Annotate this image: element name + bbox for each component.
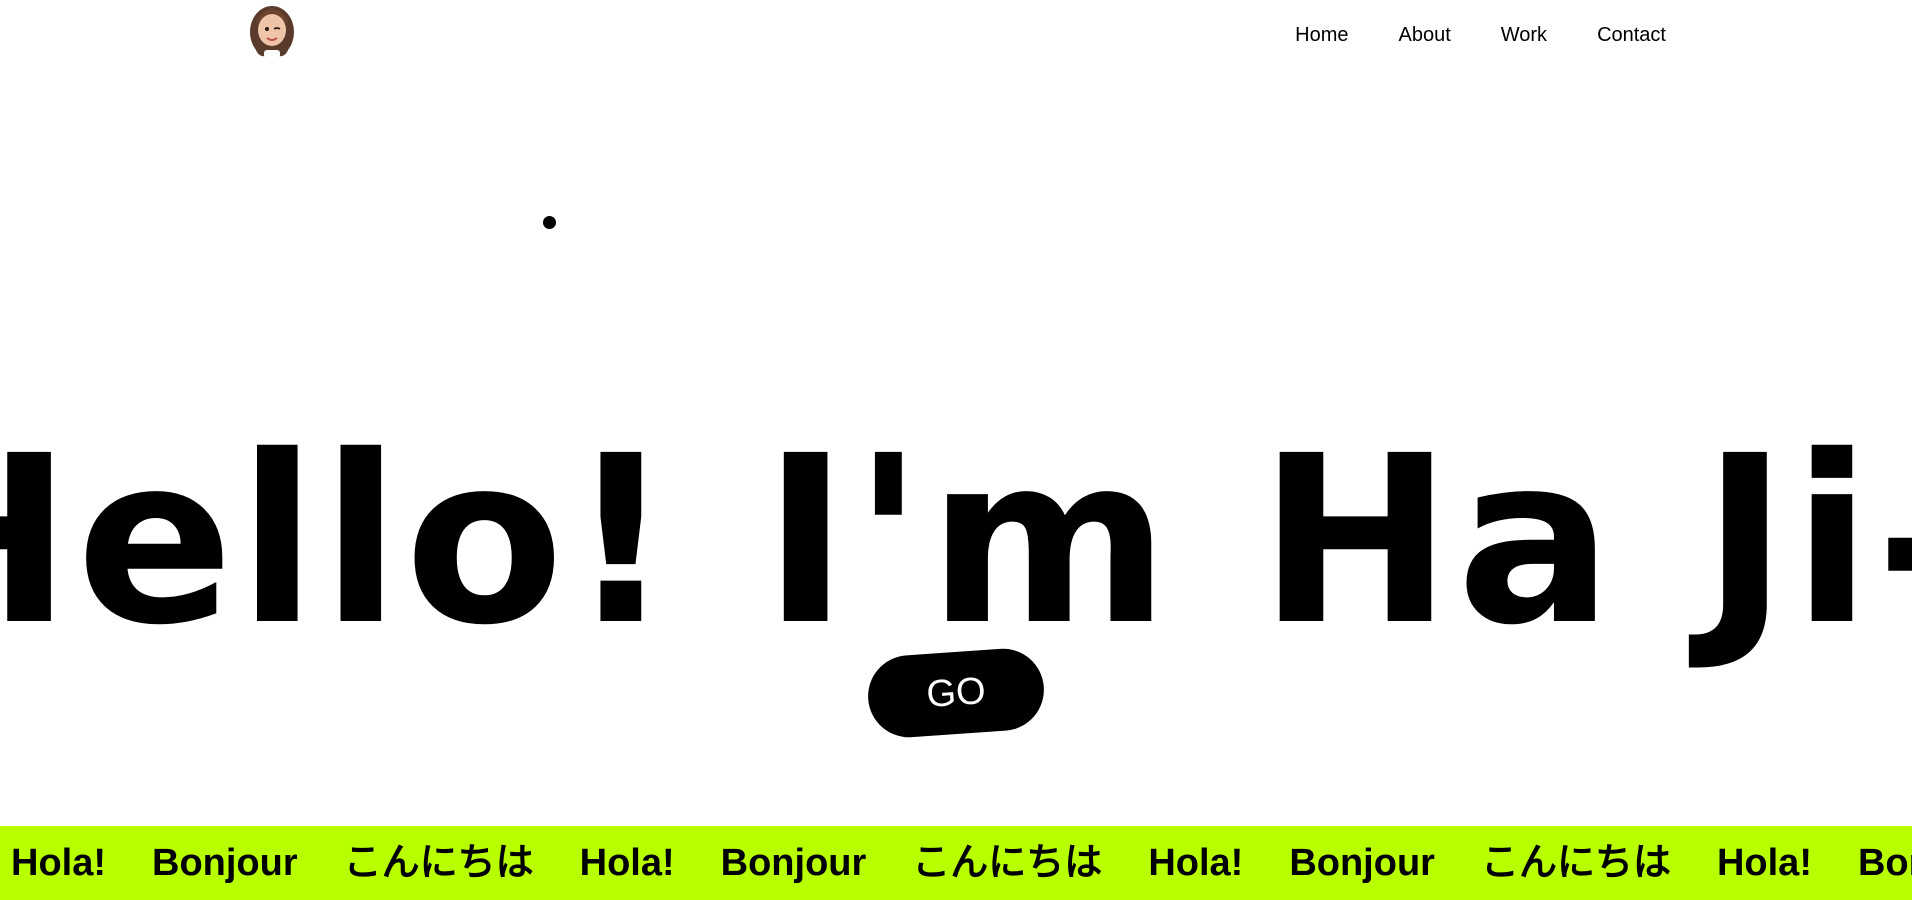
- go-button[interactable]: GO: [865, 645, 1047, 741]
- marquee-track: Hola! Bonjour こんにちは Hola! Bonjour こんにちは …: [11, 826, 1912, 900]
- nav-link-about[interactable]: About: [1398, 24, 1450, 47]
- nav-link-home[interactable]: Home: [1295, 24, 1348, 47]
- marquee-item: こんにちは: [1480, 842, 1671, 884]
- nav-link-work[interactable]: Work: [1501, 24, 1547, 47]
- cursor-dot: [543, 216, 556, 229]
- marquee-item: こんにちは: [912, 842, 1103, 884]
- greeting-marquee: Hola! Bonjour こんにちは Hola! Bonjour こんにちは …: [0, 826, 1912, 900]
- marquee-item: Hola!: [11, 842, 106, 884]
- memoji-avatar-svg: [250, 6, 294, 58]
- marquee-item: Bonjour: [1857, 842, 1912, 884]
- marquee-item: Bonjour: [720, 842, 867, 884]
- page: Home About Work Contact Hello! I'm Ha Ji…: [0, 0, 1912, 900]
- hero-headline: Hello! I'm Ha Ji-n: [0, 406, 1912, 677]
- marquee-item: Bonjour: [1289, 842, 1435, 884]
- memoji-avatar-icon[interactable]: [246, 2, 298, 60]
- marquee-item: こんにちは: [343, 842, 534, 884]
- marquee-item: Hola!: [1716, 842, 1812, 884]
- marquee-item: Bonjour: [152, 842, 298, 884]
- marquee-item: Hola!: [1148, 842, 1244, 884]
- marquee-item: Hola!: [579, 842, 675, 884]
- site-header: Home About Work Contact: [0, 0, 1912, 72]
- nav-link-contact[interactable]: Contact: [1597, 24, 1666, 47]
- main-nav: Home About Work Contact: [1295, 24, 1666, 47]
